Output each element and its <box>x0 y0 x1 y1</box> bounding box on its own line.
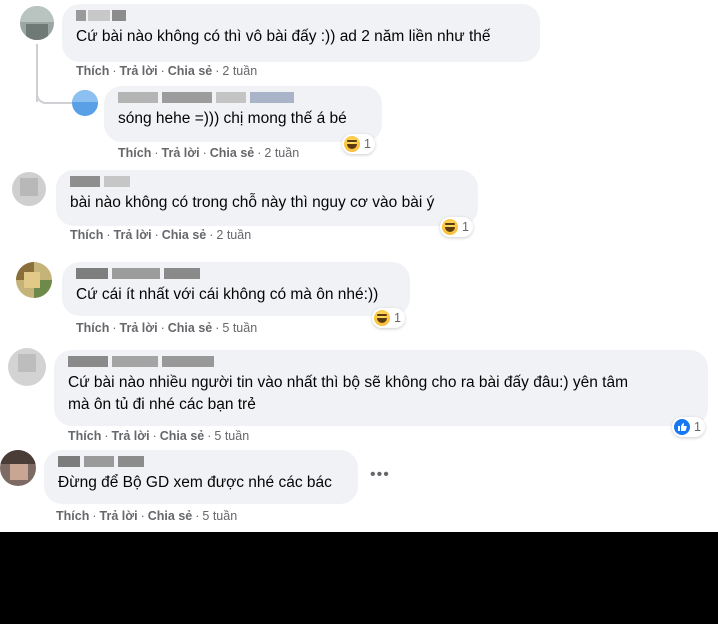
like-action[interactable]: Thích <box>70 228 103 242</box>
haha-reaction-icon <box>344 136 360 152</box>
comment-actions: Thích · Trả lời · Chia sẻ · 2 tuần <box>118 146 300 160</box>
like-action[interactable]: Thích <box>76 64 109 78</box>
comment-bubble: Đừng để Bộ GD xem được nhé các bác <box>44 450 358 504</box>
comment-timestamp[interactable]: 5 tuần <box>214 429 249 443</box>
comment-bubble: Cứ bài nào không có thì vô bài đấy :)) a… <box>62 4 540 62</box>
share-action[interactable]: Chia sẻ <box>162 228 206 242</box>
reaction-count: 1 <box>364 137 371 151</box>
comment-text: bài nào không có trong chỗ này thì nguy … <box>70 194 435 211</box>
comment-timestamp[interactable]: 5 tuần <box>202 509 237 523</box>
avatar[interactable] <box>20 6 54 40</box>
comment-author[interactable] <box>58 456 344 468</box>
comment-bubble: Cứ cái ít nhất với cái không có mà ôn nh… <box>62 262 410 316</box>
reply-action[interactable]: Trả lời <box>120 64 158 78</box>
thread-connector <box>36 78 74 104</box>
comment-actions: Thích · Trả lời · Chia sẻ · 2 tuần <box>76 64 258 78</box>
reaction-count: 1 <box>394 311 401 325</box>
reaction-badge[interactable]: 1 <box>440 217 473 237</box>
share-action[interactable]: Chia sẻ <box>168 321 212 335</box>
reply-action[interactable]: Trả lời <box>120 321 158 335</box>
comment-bubble: sóng hehe =))) chị mong thế á bé <box>104 86 382 142</box>
avatar[interactable] <box>8 348 46 386</box>
reply-action[interactable]: Trả lời <box>100 509 138 523</box>
share-action[interactable]: Chia sẻ <box>168 64 212 78</box>
ellipsis-icon[interactable]: ••• <box>370 466 390 484</box>
avatar[interactable] <box>12 172 46 206</box>
comment-author[interactable] <box>118 92 368 104</box>
like-action[interactable]: Thích <box>56 509 89 523</box>
comment-bubble: Cứ bài nào nhiều người tin vào nhất thì … <box>54 350 708 426</box>
reply-action[interactable]: Trả lời <box>162 146 200 160</box>
comment-author[interactable] <box>76 268 396 280</box>
comment-actions: Thích · Trả lời · Chia sẻ · 5 tuần <box>68 429 250 443</box>
comment-timestamp[interactable]: 2 tuần <box>222 64 257 78</box>
share-action[interactable]: Chia sẻ <box>160 429 204 443</box>
reply-action[interactable]: Trả lời <box>112 429 150 443</box>
black-bar <box>0 532 718 624</box>
comment-author[interactable] <box>70 176 464 188</box>
share-action[interactable]: Chia sẻ <box>148 509 192 523</box>
comment-text: Đừng để Bộ GD xem được nhé các bác <box>58 474 332 491</box>
reaction-badge[interactable]: 1 <box>342 134 375 154</box>
comment-text: sóng hehe =))) chị mong thế á bé <box>118 110 347 127</box>
reaction-badge[interactable]: 1 <box>672 417 705 437</box>
avatar[interactable] <box>0 450 36 486</box>
comment-actions: Thích · Trả lời · Chia sẻ · 2 tuần <box>70 228 252 242</box>
comment-text: Cứ bài nào nhiều người tin vào nhất thì … <box>68 374 628 413</box>
reply-action[interactable]: Trả lời <box>114 228 152 242</box>
like-action[interactable]: Thích <box>118 146 151 160</box>
like-action[interactable]: Thích <box>68 429 101 443</box>
haha-reaction-icon <box>442 219 458 235</box>
haha-reaction-icon <box>374 310 390 326</box>
comment-timestamp[interactable]: 2 tuần <box>216 228 251 242</box>
comment-author[interactable] <box>68 356 694 368</box>
avatar[interactable] <box>72 90 98 116</box>
reaction-count: 1 <box>462 220 469 234</box>
comment-text: Cứ bài nào không có thì vô bài đấy :)) a… <box>76 28 491 45</box>
like-action[interactable]: Thích <box>76 321 109 335</box>
share-action[interactable]: Chia sẻ <box>210 146 254 160</box>
comment-author[interactable] <box>76 10 526 22</box>
reaction-count: 1 <box>694 420 701 434</box>
comment-actions: Thích · Trả lời · Chia sẻ · 5 tuần <box>56 509 238 523</box>
comment-bubble: bài nào không có trong chỗ này thì nguy … <box>56 170 478 226</box>
comment-timestamp[interactable]: 5 tuần <box>222 321 257 335</box>
like-reaction-icon <box>674 419 690 435</box>
reaction-badge[interactable]: 1 <box>372 308 405 328</box>
comment-text: Cứ cái ít nhất với cái không có mà ôn nh… <box>76 286 379 303</box>
comment-timestamp[interactable]: 2 tuần <box>264 146 299 160</box>
comment-actions: Thích · Trả lời · Chia sẻ · 5 tuần <box>76 321 258 335</box>
avatar[interactable] <box>16 262 52 298</box>
